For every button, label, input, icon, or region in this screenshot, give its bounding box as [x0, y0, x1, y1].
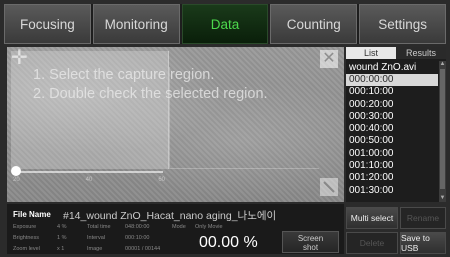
zoom-value: x 1: [57, 246, 65, 252]
screenshot-label-line1: Screen: [297, 234, 324, 243]
total-time-label: Total time: [87, 224, 111, 230]
file-list-panel: List Results wound ZnO.avi 000:00:00 000…: [346, 47, 446, 202]
list-item[interactable]: 000:30:00: [346, 111, 438, 123]
total-time-value: 048:00:00: [125, 224, 150, 230]
brightness-label: Brightness: [13, 235, 39, 241]
capture-view[interactable]: 1. Select the capture region. 2. Double …: [7, 47, 344, 202]
progress-percent: 00.00 %: [199, 234, 258, 251]
tick-label: 20: [13, 177, 20, 183]
plus-icon[interactable]: ✛: [11, 48, 28, 68]
brightness-value: 1 %: [57, 235, 67, 241]
instruction-step-2: 2. Double check the selected region.: [33, 86, 268, 102]
file-list: wound ZnO.avi 000:00:00 000:10:00 000:20…: [346, 61, 438, 197]
list-item[interactable]: 000:50:00: [346, 135, 438, 147]
exposure-label: Exposure: [13, 224, 37, 230]
screenshot-button[interactable]: Screen shot: [282, 231, 339, 253]
list-item[interactable]: 001:00:00: [346, 148, 438, 160]
rename-button[interactable]: Rename: [400, 207, 446, 229]
tab-monitoring[interactable]: Monitoring: [92, 4, 180, 44]
list-item[interactable]: 000:00:00: [346, 74, 438, 87]
interval-label: Interval: [87, 235, 106, 241]
tick-label: 60: [158, 177, 165, 183]
tab-results[interactable]: Results: [396, 47, 446, 59]
delete-button[interactable]: Delete: [346, 232, 398, 254]
scroll-down-icon[interactable]: ▼: [439, 195, 446, 202]
multi-select-button[interactable]: Multi select: [346, 207, 398, 229]
timeline-slider[interactable]: [13, 171, 163, 173]
main-tab-bar: Focusing Monitoring Data Counting Settin…: [4, 4, 446, 44]
file-info-panel: File Name #14_wound ZnO_Hacat_nano aging…: [7, 204, 344, 254]
timeline-ticks: 20 40 60: [13, 177, 165, 183]
list-item[interactable]: 001:30:00: [346, 185, 438, 197]
save-to-usb-button[interactable]: Save to USB: [400, 232, 446, 254]
tick-label: 40: [85, 177, 93, 183]
close-icon[interactable]: ✕: [320, 50, 338, 68]
image-label: Image: [87, 246, 103, 252]
timeline-slider-handle[interactable]: [11, 166, 21, 176]
scrollbar-thumb[interactable]: [440, 69, 445, 189]
list-item[interactable]: 000:40:00: [346, 123, 438, 135]
list-item[interactable]: 000:10:00: [346, 86, 438, 98]
scroll-up-icon[interactable]: ▲: [439, 61, 446, 68]
interval-value: 000:10:00: [125, 235, 150, 241]
tab-focusing[interactable]: Focusing: [4, 4, 91, 44]
tab-data[interactable]: Data: [181, 4, 269, 44]
image-value: 00001 / 00144: [125, 246, 161, 252]
file-name-value: #14_wound ZnO_Hacat_nano aging_나노에이: [63, 210, 277, 222]
file-title: wound ZnO.avi: [349, 62, 417, 73]
list-tabs: List Results: [346, 47, 446, 59]
list-item[interactable]: 000:20:00: [346, 99, 438, 111]
zoom-label: Zoom level: [13, 246, 40, 252]
list-item[interactable]: 001:20:00: [346, 172, 438, 184]
instruction-step-1: 1. Select the capture region.: [33, 67, 215, 83]
mode-value: Only Movie: [195, 224, 223, 230]
tab-counting[interactable]: Counting: [270, 4, 358, 44]
list-scrollbar[interactable]: ▲ ▼: [439, 61, 446, 202]
tab-settings[interactable]: Settings: [359, 4, 446, 44]
screenshot-label-line2: shot: [302, 243, 319, 252]
mode-label: Mode: [172, 224, 186, 230]
file-name-label: File Name: [13, 210, 51, 219]
list-item[interactable]: 001:10:00: [346, 160, 438, 172]
resize-icon[interactable]: [320, 178, 338, 196]
tab-list[interactable]: List: [346, 47, 396, 59]
exposure-value: 4 %: [57, 224, 67, 230]
